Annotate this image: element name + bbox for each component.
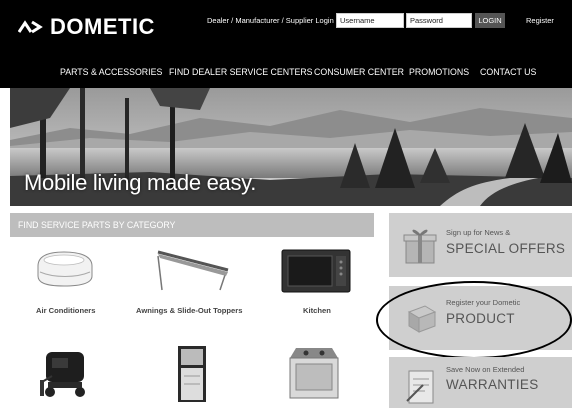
highlight-circle-annotation [376, 281, 572, 359]
login-button[interactable]: LOGIN [475, 13, 505, 28]
category-section-header: FIND SERVICE PARTS BY CATEGORY [10, 213, 374, 237]
cooktop-icon[interactable] [284, 344, 344, 405]
refrigerator-icon[interactable] [176, 344, 208, 408]
hero-banner[interactable]: Mobile living made easy. [10, 88, 572, 206]
promo-special-offers[interactable]: Sign up for News & SPECIAL OFFERS [389, 213, 572, 277]
generator-icon[interactable] [38, 346, 90, 403]
gift-icon [403, 229, 437, 264]
promo-warranties-subtitle: Save Now on Extended [446, 365, 525, 374]
promo-warranties[interactable]: Save Now on Extended WARRANTIES [389, 357, 572, 408]
nav-find-dealer[interactable]: FIND DEALER SERVICE CENTERS [169, 67, 313, 77]
awning-icon[interactable] [148, 248, 234, 297]
nav-contact-us[interactable]: CONTACT US [480, 67, 536, 77]
promo-warranties-title: WARRANTIES [446, 377, 539, 392]
password-input[interactable]: Password [406, 13, 472, 28]
dealer-login-label: Dealer / Manufacturer / Supplier Login [207, 16, 334, 25]
warranty-document-icon [406, 370, 434, 404]
main-nav: PARTS & ACCESSORIES FIND DEALER SERVICE … [0, 56, 572, 88]
air-conditioner-icon[interactable] [34, 248, 96, 295]
category-label-kitchen[interactable]: Kitchen [303, 306, 331, 315]
category-label-awnings[interactable]: Awnings & Slide-Out Toppers [136, 306, 242, 315]
nav-parts-accessories[interactable]: PARTS & ACCESSORIES [60, 67, 162, 77]
dometic-logo[interactable]: DOMETIC [18, 14, 155, 40]
promo-special-offers-title: SPECIAL OFFERS [446, 241, 566, 256]
site-header: DOMETIC Dealer / Manufacturer / Supplier… [0, 0, 572, 56]
nav-promotions[interactable]: PROMOTIONS [409, 67, 469, 77]
microwave-icon[interactable] [280, 246, 352, 301]
brand-name: DOMETIC [50, 14, 155, 39]
hero-tagline: Mobile living made easy. [24, 170, 257, 195]
register-link[interactable]: Register [526, 16, 554, 25]
nav-consumer-center[interactable]: CONSUMER CENTER [314, 67, 404, 77]
logo-mark-icon [18, 20, 43, 34]
category-label-air-conditioners[interactable]: Air Conditioners [36, 306, 96, 315]
category-header-label: FIND SERVICE PARTS BY CATEGORY [18, 220, 176, 230]
promo-special-offers-subtitle: Sign up for News & [446, 228, 511, 237]
username-input[interactable]: Username [336, 13, 404, 28]
